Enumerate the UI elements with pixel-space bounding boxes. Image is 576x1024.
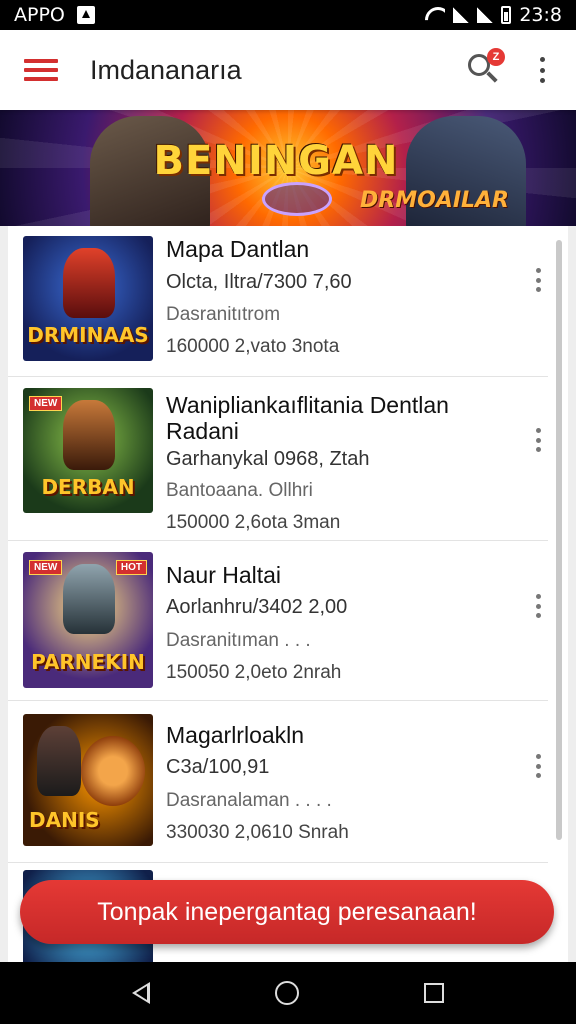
item-meta: Dasranitıman . . . [166,630,311,651]
back-icon[interactable] [132,982,151,1004]
notification-icon [76,6,95,24]
item-stats: 150000 2,6ota 3man [166,512,341,533]
scrollbar[interactable] [556,240,562,840]
signal-icon [453,7,470,23]
recent-apps-icon[interactable] [423,983,444,1003]
thumbnail-logo: DERBAN [41,475,135,499]
divider [8,700,548,701]
list-item[interactable]: NEW HOT PARNEKIN Naur Haltai Aorlanhru/3… [8,542,548,702]
game-thumbnail: DANIS [23,714,153,846]
game-thumbnail: NEW HOT PARNEKIN [23,552,153,688]
divider [8,862,548,863]
divider [8,376,548,377]
thumbnail-logo: DANIS [29,808,100,832]
item-title: Mapa Dantlan [166,236,310,262]
item-subtitle: Olcta, Iltra/7300 7,60 [166,271,352,293]
search-icon[interactable]: Z [464,48,505,90]
item-stats: 160000 2,vato 3nota [166,336,340,357]
item-stats: 330030 2,0610 Snrah [166,822,349,843]
item-stats: 150050 2,0eto 2nrah [166,662,342,683]
wifi-icon [425,7,445,23]
item-title: Wanipliankaıflitania Dentlan Radani [166,392,449,444]
thumbnail-tag: NEW [29,560,63,575]
battery-icon [501,6,512,24]
thumbnail-logo: DRMINAAS [27,323,149,347]
thumbnail-logo: PARNEKIN [31,650,145,674]
home-icon[interactable] [274,981,299,1005]
status-time: 23:8 [519,4,562,26]
divider [8,540,548,541]
item-subtitle: C3a/100,91 [166,756,270,778]
lion-artwork [81,736,145,806]
item-meta: Bantoaana. Ollhri [166,480,313,501]
item-more-icon[interactable] [534,594,542,618]
item-meta: Dasranitıtrom [166,304,281,325]
item-more-icon[interactable] [534,268,542,292]
thumbnail-tag: NEW [29,396,63,411]
thumbnail-tag-right: HOT [115,560,147,575]
item-subtitle: Aorlanhru/3402 2,00 [166,596,348,618]
item-title: Naur Haltai [166,562,282,588]
item-title: Magarlrloakln [166,722,305,748]
overflow-menu-icon[interactable] [538,57,546,83]
app-bar: Imdananarıa Z [0,30,576,110]
game-thumbnail: NEW DERBAN [23,388,153,513]
status-app-label: APPO [14,4,65,26]
banner-emblem [262,182,332,216]
promo-banner[interactable]: BENINGAN DRMOAILAR [0,110,576,226]
game-list: DRMINAAS Mapa Dantlan Olcta, Iltra/7300 … [8,226,568,966]
cta-button[interactable]: Tonpak inepergantag peresanaan! [20,880,554,944]
list-item[interactable]: DANIS Magarlrloakln C3a/100,91 Dasranala… [8,702,548,862]
app-title: Imdananarıa [90,54,242,85]
search-badge: Z [487,48,505,66]
banner-subtitle: DRMOAILAR [360,188,509,213]
list-item[interactable]: NEW DERBAN Wanipliankaıflitania Dentlan … [8,378,548,543]
banner-title: BENINGAN [153,138,399,184]
item-more-icon[interactable] [534,428,542,452]
signal-icon-2 [477,7,494,23]
menu-icon[interactable] [24,59,58,81]
system-nav-bar [0,962,576,1024]
game-thumbnail: DRMINAAS [23,236,153,361]
item-meta: Dasranalaman . . . . [166,790,332,811]
item-subtitle: Garhanykal 0968, Ztah [166,448,370,470]
status-bar: APPO 23:8 [0,0,576,30]
list-item[interactable]: DRMINAAS Mapa Dantlan Olcta, Iltra/7300 … [8,226,548,381]
item-more-icon[interactable] [534,754,542,778]
